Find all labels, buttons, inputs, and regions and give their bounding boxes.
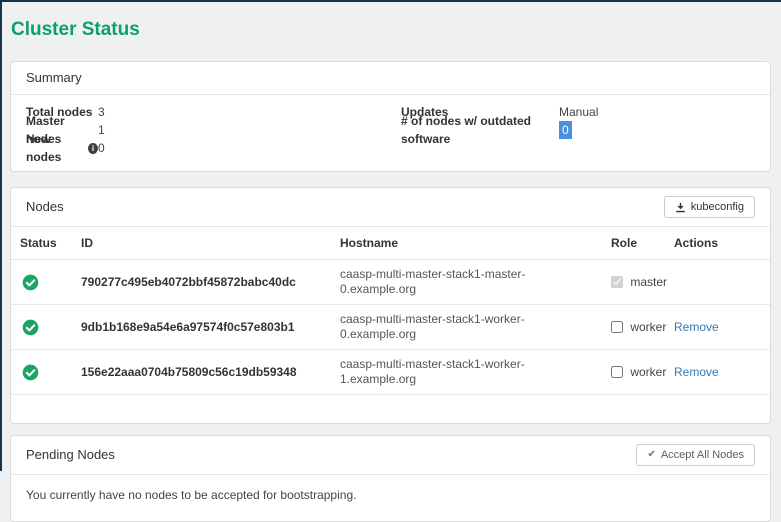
node-status-cell [11, 350, 72, 395]
column-header-actions: Actions [665, 227, 770, 260]
node-status-cell [11, 260, 72, 305]
summary-left-column: Total nodes 3 Master nodes 1 New nodes i… [26, 103, 401, 157]
accept-all-nodes-button[interactable]: ✔ Accept All Nodes [636, 444, 755, 466]
node-row: 790277c495eb4072bbf45872babc40dc caasp-m… [11, 260, 770, 305]
nodes-panel-title: Nodes [26, 199, 64, 215]
column-header-role: Role [602, 227, 665, 260]
node-role-cell: worker [602, 350, 665, 395]
role-checkbox [611, 276, 623, 288]
node-actions-cell: Remove [665, 350, 770, 395]
outdated-software-label: # of nodes w/ outdated software [401, 112, 559, 148]
updates-value: Manual [559, 103, 598, 121]
summary-panel-header: Summary [11, 62, 770, 95]
node-hostname: caasp-multi-master-stack1-worker-1.examp… [331, 350, 602, 395]
pending-nodes-header: Pending Nodes ✔ Accept All Nodes [11, 436, 770, 475]
nodes-table: Status ID Hostname Role Actions 790277c4… [11, 227, 770, 395]
node-row: 156e22aaa0704b75809c56c19db59348 caasp-m… [11, 350, 770, 395]
role-label: worker [630, 365, 666, 379]
node-actions-cell [665, 260, 770, 305]
node-id: 9db1b168e9a54e6a97574f0c57e803b1 [72, 305, 331, 350]
role-checkbox[interactable] [611, 366, 623, 378]
node-row: 9db1b168e9a54e6a97574f0c57e803b1 caasp-m… [11, 305, 770, 350]
info-icon[interactable]: i [88, 143, 98, 154]
nodes-table-header-row: Status ID Hostname Role Actions [11, 227, 770, 260]
node-status-cell [11, 305, 72, 350]
total-nodes-value: 3 [98, 103, 105, 121]
new-nodes-label-text: New nodes [26, 130, 84, 166]
kubeconfig-button-label: kubeconfig [691, 201, 744, 213]
new-nodes-value: 0 [98, 139, 105, 157]
node-hostname: caasp-multi-master-stack1-worker-0.examp… [331, 305, 602, 350]
new-nodes-label: New nodes i [26, 130, 98, 166]
accept-all-nodes-label: Accept All Nodes [661, 449, 744, 461]
role-label: worker [630, 320, 666, 334]
summary-row-outdated: # of nodes w/ outdated software 0 [401, 121, 755, 139]
summary-body: Total nodes 3 Master nodes 1 New nodes i… [11, 95, 770, 171]
status-ok-icon [22, 274, 39, 291]
pending-nodes-panel: Pending Nodes ✔ Accept All Nodes You cur… [10, 435, 771, 522]
summary-panel: Summary Total nodes 3 Master nodes 1 New… [10, 61, 771, 172]
remove-link[interactable]: Remove [674, 365, 719, 379]
download-icon [675, 202, 686, 213]
node-actions-cell: Remove [665, 305, 770, 350]
node-id: 156e22aaa0704b75809c56c19db59348 [72, 350, 331, 395]
remove-link[interactable]: Remove [674, 320, 719, 334]
check-icon: ✔ [647, 449, 655, 461]
page-title: Cluster Status [11, 18, 781, 41]
role-label: master [630, 275, 667, 289]
outdated-software-value: 0 [559, 121, 572, 139]
node-hostname: caasp-multi-master-stack1-master-0.examp… [331, 260, 602, 305]
node-role-cell: worker [602, 305, 665, 350]
status-ok-icon [22, 319, 39, 336]
node-id: 790277c495eb4072bbf45872babc40dc [72, 260, 331, 305]
master-nodes-value: 1 [98, 121, 105, 139]
nodes-panel: Nodes kubeconfig Status ID Hostname Role… [10, 187, 771, 424]
role-checkbox[interactable] [611, 321, 623, 333]
pending-empty-message: You currently have no nodes to be accept… [26, 488, 356, 502]
pending-nodes-title: Pending Nodes [26, 447, 115, 463]
column-header-hostname: Hostname [331, 227, 602, 260]
status-ok-icon [22, 364, 39, 381]
column-header-status: Status [11, 227, 72, 260]
nodes-panel-header: Nodes kubeconfig [11, 188, 770, 227]
summary-panel-title: Summary [26, 70, 82, 86]
node-role-cell: master [602, 260, 665, 305]
nodes-panel-spacer [11, 395, 770, 423]
kubeconfig-button[interactable]: kubeconfig [664, 196, 755, 218]
pending-nodes-body: You currently have no nodes to be accept… [11, 475, 770, 521]
summary-right-column: Updates Manual # of nodes w/ outdated so… [401, 103, 755, 157]
column-header-id: ID [72, 227, 331, 260]
summary-row-new-nodes: New nodes i 0 [26, 139, 401, 157]
